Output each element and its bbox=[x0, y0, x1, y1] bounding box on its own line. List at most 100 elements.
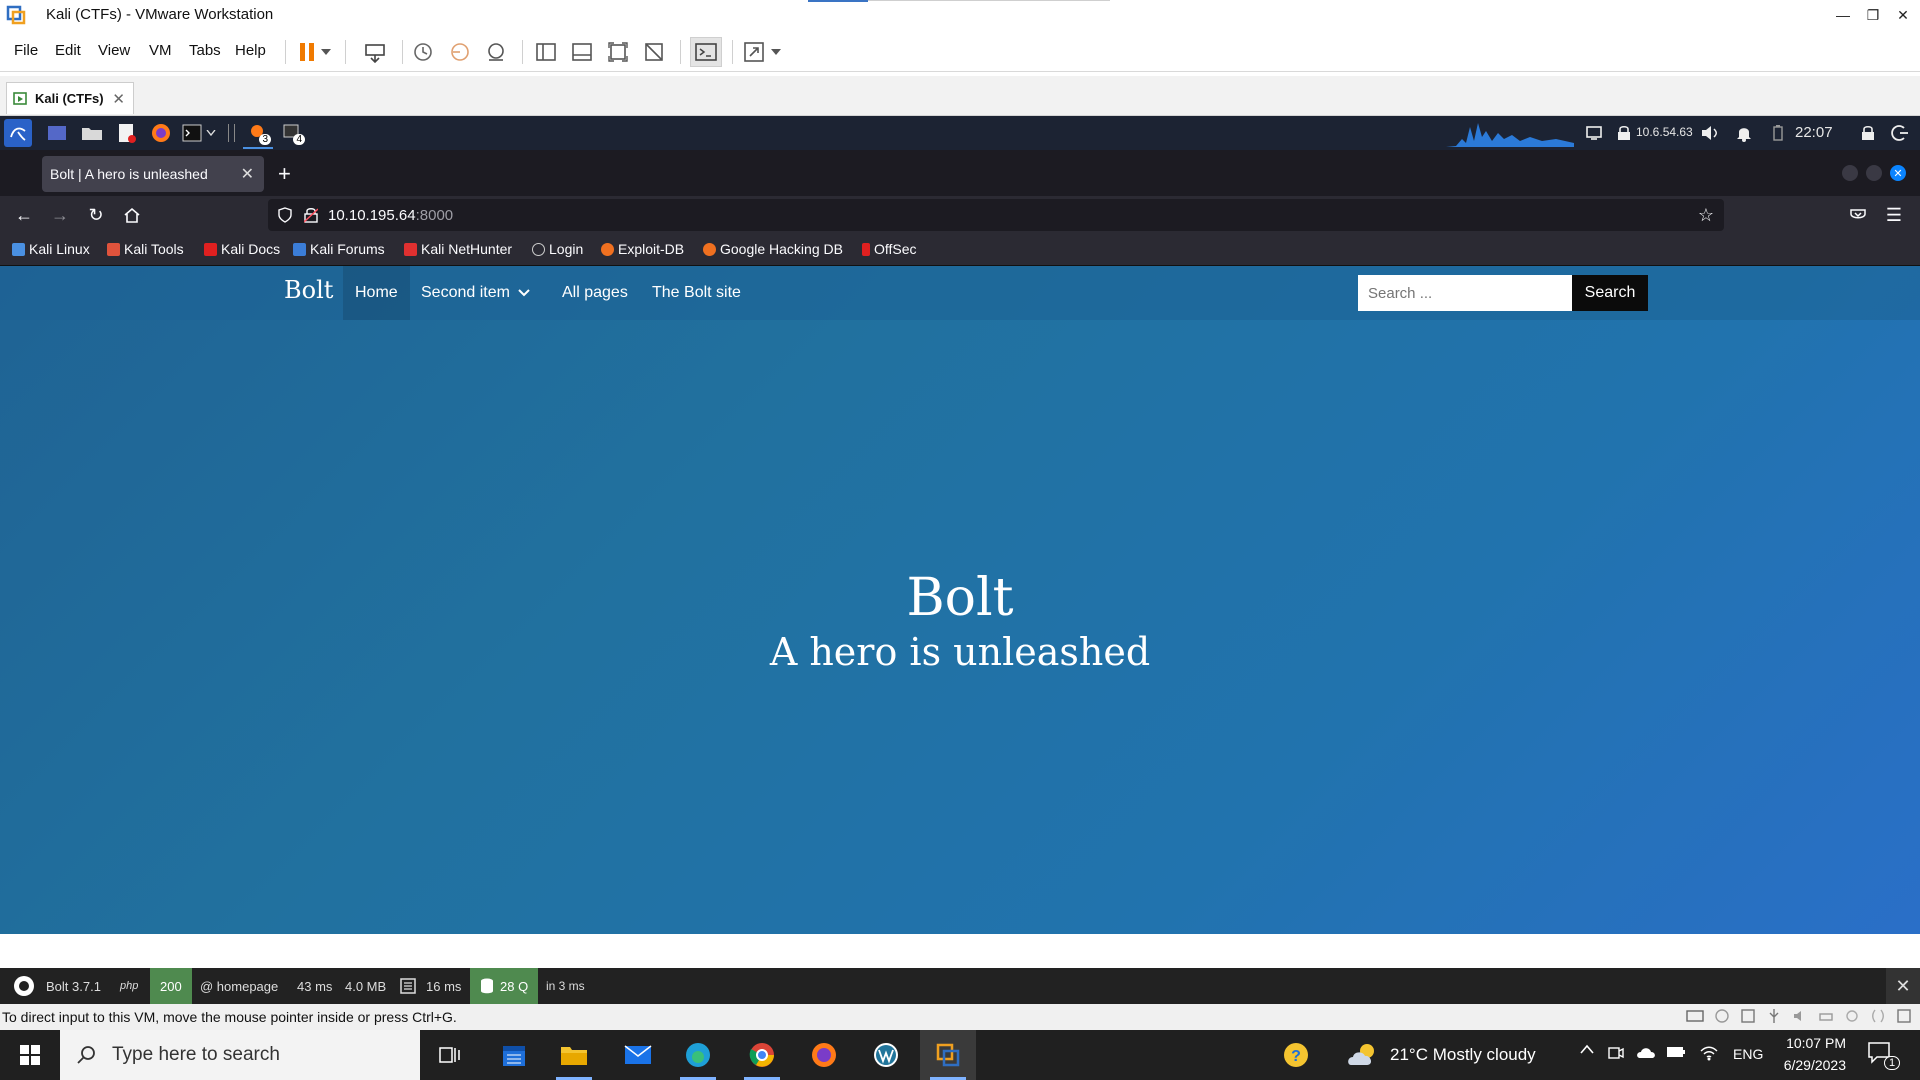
site-brand[interactable]: Bolt bbox=[284, 276, 333, 304]
taskbar-time[interactable]: 10:07 PM bbox=[1782, 1035, 1846, 1051]
message-log-icon[interactable] bbox=[1896, 1008, 1912, 1024]
usb-icon[interactable] bbox=[1766, 1008, 1782, 1024]
snapshot-manager-icon[interactable] bbox=[483, 39, 509, 65]
firefox-taskbar-icon[interactable] bbox=[796, 1030, 852, 1080]
vm-tab-kali[interactable]: Kali (CTFs) ✕ bbox=[6, 82, 134, 114]
debug-memory[interactable]: 4.0 MB bbox=[345, 968, 386, 1004]
taskbar-search-box[interactable]: Type here to search bbox=[60, 1030, 420, 1080]
workspace-2-icon[interactable]: 4 bbox=[281, 121, 305, 145]
debug-route[interactable]: @ homepage bbox=[200, 968, 278, 1004]
wordpress-icon[interactable] bbox=[858, 1030, 914, 1080]
back-arrow-icon[interactable]: ← bbox=[12, 203, 36, 227]
shared-folder-icon[interactable] bbox=[1870, 1008, 1886, 1024]
restore-button[interactable]: ❐ bbox=[1862, 4, 1884, 26]
task-view-icon[interactable] bbox=[422, 1030, 478, 1080]
pause-dropdown-icon[interactable] bbox=[318, 39, 334, 65]
menu-view[interactable]: View bbox=[98, 42, 130, 59]
file-explorer-icon[interactable] bbox=[546, 1030, 602, 1080]
new-tab-icon[interactable]: + bbox=[278, 163, 291, 185]
lock-screen-icon[interactable] bbox=[1856, 121, 1880, 145]
calendar-app-icon[interactable] bbox=[486, 1030, 542, 1080]
notifications-bell-icon[interactable] bbox=[1732, 121, 1756, 145]
edge-browser-icon[interactable] bbox=[670, 1030, 726, 1080]
taskbar-date[interactable]: 6/29/2023 bbox=[1776, 1057, 1846, 1073]
home-icon[interactable] bbox=[120, 203, 144, 227]
close-window-button[interactable]: ✕ bbox=[1892, 4, 1914, 26]
weather-cloudy-icon[interactable] bbox=[1336, 1030, 1392, 1080]
send-ctrl-alt-del-icon[interactable] bbox=[362, 39, 388, 65]
cd-rom-icon[interactable] bbox=[1714, 1008, 1730, 1024]
input-language[interactable]: ENG bbox=[1733, 1046, 1763, 1062]
site-search-button[interactable]: Search bbox=[1572, 275, 1648, 311]
vmware-taskbar-icon[interactable] bbox=[920, 1030, 976, 1080]
menu-vm[interactable]: VM bbox=[149, 42, 172, 59]
show-hidden-icons-chevron-icon[interactable] bbox=[1580, 1044, 1594, 1054]
pause-icon[interactable] bbox=[294, 39, 320, 65]
menu-tabs[interactable]: Tabs bbox=[189, 42, 221, 59]
show-desktop-icon[interactable] bbox=[45, 121, 69, 145]
minimize-button[interactable]: — bbox=[1832, 4, 1854, 26]
volume-icon[interactable] bbox=[1698, 121, 1722, 145]
hard-disk-icon[interactable] bbox=[1686, 1008, 1704, 1024]
site-search-input[interactable] bbox=[1358, 275, 1572, 311]
bookmark-kali-nethunter[interactable]: Kali NetHunter bbox=[404, 241, 512, 257]
battery-tray-icon[interactable] bbox=[1666, 1046, 1686, 1058]
bookmark-kali-tools[interactable]: Kali Tools bbox=[107, 241, 184, 257]
windows-start-icon[interactable] bbox=[2, 1030, 58, 1080]
debug-render-icon[interactable] bbox=[400, 968, 416, 1004]
browser-tab-active[interactable]: Bolt | A hero is unleashed ✕ bbox=[42, 156, 264, 192]
firefox-minimize-button[interactable] bbox=[1842, 165, 1858, 181]
revert-snapshot-icon[interactable] bbox=[447, 39, 473, 65]
stretch-guest-icon[interactable] bbox=[741, 39, 767, 65]
snapshot-icon[interactable] bbox=[410, 39, 436, 65]
chrome-browser-icon[interactable] bbox=[734, 1030, 790, 1080]
console-view-icon[interactable] bbox=[690, 37, 722, 67]
logout-icon[interactable] bbox=[1888, 121, 1912, 145]
debug-status[interactable]: 200 bbox=[150, 968, 192, 1004]
help-icon[interactable]: ? bbox=[1268, 1030, 1324, 1080]
sound-card-icon[interactable] bbox=[1792, 1008, 1808, 1024]
bookmark-star-icon[interactable]: ☆ bbox=[1698, 205, 1714, 226]
nav-all-pages[interactable]: All pages bbox=[550, 266, 640, 320]
kali-menu-icon[interactable] bbox=[4, 119, 32, 147]
text-editor-icon[interactable] bbox=[115, 121, 139, 145]
bookmark-kali-forums[interactable]: Kali Forums bbox=[293, 241, 385, 257]
bookmark-kali-docs[interactable]: Kali Docs bbox=[204, 241, 280, 257]
full-screen-icon[interactable] bbox=[605, 39, 631, 65]
library-view-icon[interactable] bbox=[533, 39, 559, 65]
wifi-icon[interactable] bbox=[1700, 1045, 1718, 1061]
reload-icon[interactable]: ↻ bbox=[84, 203, 108, 227]
file-manager-icon[interactable] bbox=[80, 121, 104, 145]
insecure-lock-icon[interactable] bbox=[304, 207, 318, 223]
meet-now-icon[interactable] bbox=[1608, 1045, 1624, 1061]
debug-php[interactable]: php bbox=[120, 968, 138, 1004]
bolt-logo-icon[interactable] bbox=[12, 968, 36, 1004]
app-menu-icon[interactable]: ☰ bbox=[1882, 203, 1906, 227]
workspace-1-icon[interactable]: 3 bbox=[247, 121, 271, 145]
debug-time[interactable]: 43 ms bbox=[297, 968, 332, 1004]
mail-app-icon[interactable] bbox=[610, 1030, 666, 1080]
firefox-panel-icon[interactable] bbox=[149, 121, 173, 145]
debug-render-time[interactable]: 16 ms bbox=[426, 968, 461, 1004]
vm-tab-close-icon[interactable]: ✕ bbox=[112, 90, 125, 108]
menu-edit[interactable]: Edit bbox=[55, 42, 81, 59]
debug-queries[interactable]: 28 Q bbox=[470, 968, 539, 1004]
display-status-icon[interactable] bbox=[1844, 1008, 1860, 1024]
thumbnail-view-icon[interactable] bbox=[569, 39, 595, 65]
bookmark-kali-linux[interactable]: Kali Linux bbox=[12, 241, 90, 257]
pocket-icon[interactable] bbox=[1846, 203, 1870, 227]
nav-home[interactable]: Home bbox=[343, 266, 410, 320]
nav-bolt-site[interactable]: The Bolt site bbox=[640, 266, 753, 320]
bookmark-login[interactable]: Login bbox=[532, 241, 583, 257]
bookmark-google-hacking-db[interactable]: Google Hacking DB bbox=[703, 241, 843, 257]
forward-arrow-icon[interactable]: → bbox=[48, 203, 72, 227]
url-bar[interactable]: 10.10.195.64:8000 ☆ bbox=[268, 199, 1724, 231]
unity-icon[interactable] bbox=[641, 39, 667, 65]
terminal-icon[interactable] bbox=[180, 121, 204, 145]
menu-help[interactable]: Help bbox=[235, 42, 266, 59]
onedrive-cloud-icon[interactable] bbox=[1636, 1045, 1656, 1059]
debug-close-icon[interactable]: ✕ bbox=[1886, 968, 1920, 1004]
printer-icon[interactable] bbox=[1818, 1008, 1834, 1024]
vpn-lock-icon[interactable] bbox=[1612, 121, 1636, 145]
nav-second-item[interactable]: Second item bbox=[409, 266, 542, 320]
